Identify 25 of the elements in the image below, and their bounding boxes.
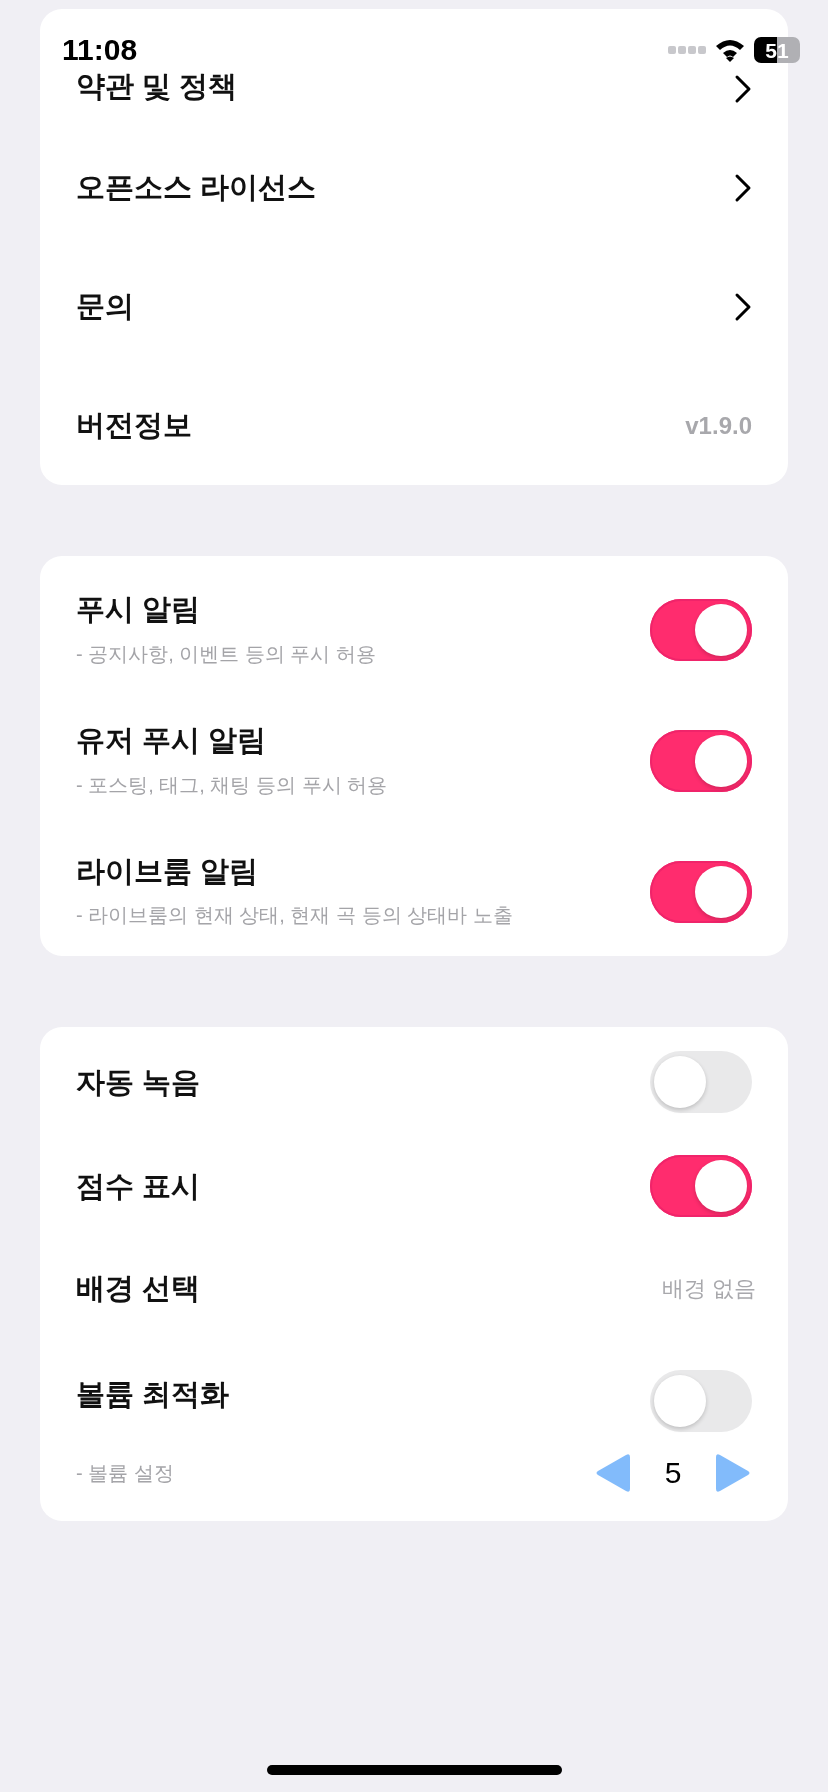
row-label: 유저 푸시 알림 xyxy=(76,722,268,758)
volume-value: 5 xyxy=(663,1455,683,1492)
signal-icon xyxy=(668,45,706,55)
row-label: 푸시 알림 xyxy=(76,592,202,627)
chevron-icon[interactable] xyxy=(734,172,752,203)
battery-indicator: 51 xyxy=(754,37,800,63)
row-label: 라이브룸 알림 xyxy=(76,853,260,889)
chevron-icon[interactable] xyxy=(734,291,752,322)
row-label: 자동 녹음 xyxy=(76,1065,201,1100)
row-label: 오픈소스 라이선스 xyxy=(76,170,317,205)
version-text: v1.9.0 xyxy=(685,410,752,441)
wifi-icon xyxy=(714,38,746,62)
selected-value[interactable]: 배경 없음 xyxy=(661,1272,756,1306)
row-description: - 공지사항, 이벤트 등의 푸시 허용 xyxy=(76,641,376,667)
row-label: 점수 표시 xyxy=(76,1169,201,1204)
row-description: - 라이브룸의 현재 상태, 현재 곡 등의 상태바 노출 xyxy=(76,903,513,929)
row-description: - 볼륨 설정 xyxy=(76,1461,175,1487)
chevron-icon[interactable] xyxy=(734,74,752,104)
row-label: 약관 및 정책 xyxy=(76,69,238,104)
row-label: 볼륨 최적화 xyxy=(76,1377,230,1413)
row-description: - 포스팅, 태그, 채팅 등의 푸시 허용 xyxy=(76,772,388,798)
row-label: 문의 xyxy=(76,289,134,324)
row-label: 배경 선택 xyxy=(76,1271,201,1307)
status-time: 11:08 xyxy=(62,35,138,65)
row-label: 버전정보 xyxy=(76,408,192,443)
